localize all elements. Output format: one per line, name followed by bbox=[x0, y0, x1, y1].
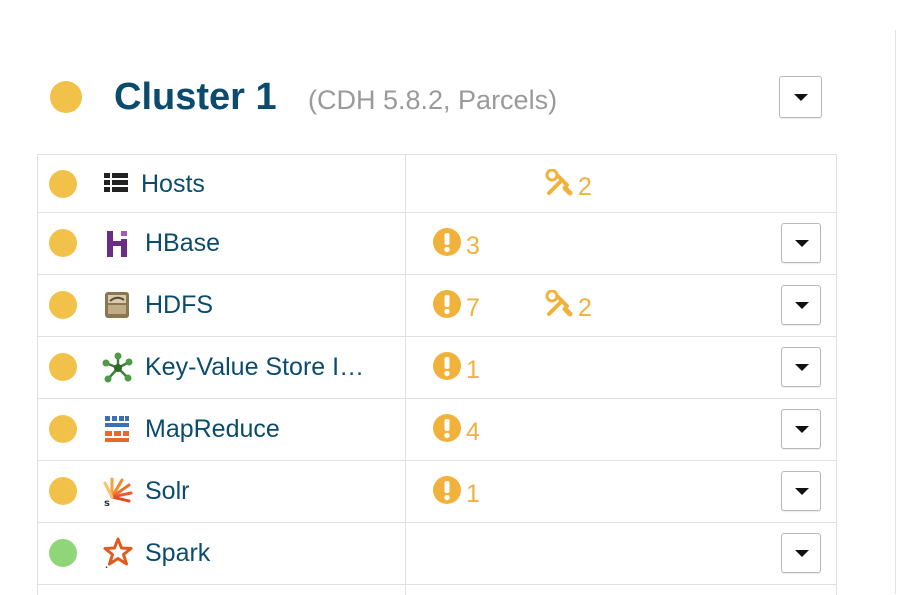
solr-actions-dropdown[interactable] bbox=[781, 471, 821, 511]
hdfs-icon bbox=[104, 291, 132, 319]
svg-text:.: . bbox=[105, 561, 108, 569]
caret-down-icon bbox=[794, 94, 808, 101]
exclamation-icon bbox=[433, 228, 461, 263]
mapreduce-icon bbox=[104, 415, 132, 443]
caret-down-icon bbox=[795, 302, 809, 309]
health-alerts-count: 4 bbox=[466, 417, 480, 446]
exclamation-icon bbox=[433, 352, 461, 387]
config-issues-count: 2 bbox=[578, 293, 592, 322]
status-warning-dot bbox=[49, 170, 77, 198]
config-issues-hdfs[interactable]: 2 bbox=[545, 289, 592, 325]
spark-icon: . bbox=[102, 537, 134, 569]
service-row-mapreduce: MapReduce 4 bbox=[38, 399, 836, 461]
caret-down-icon bbox=[795, 364, 809, 371]
status-warning-dot bbox=[49, 477, 77, 505]
hdfs-actions-dropdown[interactable] bbox=[781, 285, 821, 325]
caret-down-icon bbox=[795, 488, 809, 495]
health-alerts-hbase[interactable]: 3 bbox=[433, 228, 480, 263]
cluster-title[interactable]: Cluster 1 bbox=[114, 72, 277, 122]
status-good-dot bbox=[49, 539, 77, 567]
mapreduce-actions-dropdown[interactable] bbox=[781, 409, 821, 449]
health-alerts-mapreduce[interactable]: 4 bbox=[433, 414, 480, 449]
status-warning-dot bbox=[49, 353, 77, 381]
services-table: Hosts 2 HBase 3 HDFS 7 2 Key-Value Store… bbox=[37, 154, 837, 595]
cluster-version: (CDH 5.8.2, Parcels) bbox=[308, 85, 558, 115]
key-value-store-actions-dropdown[interactable] bbox=[781, 347, 821, 387]
status-warning-dot bbox=[49, 415, 77, 443]
hbase-actions-dropdown[interactable] bbox=[781, 223, 821, 263]
service-name-solr[interactable]: Solr bbox=[145, 476, 189, 506]
service-name-key-value-store[interactable]: Key-Value Store I… bbox=[145, 352, 364, 382]
health-alerts-count: 1 bbox=[466, 355, 480, 384]
wrench-icon bbox=[545, 289, 573, 325]
service-name-hdfs[interactable]: HDFS bbox=[145, 290, 213, 320]
config-issues-count: 2 bbox=[578, 172, 592, 201]
exclamation-icon bbox=[433, 476, 461, 511]
service-name-hbase[interactable]: HBase bbox=[145, 228, 220, 258]
config-issues-hosts[interactable]: 2 bbox=[545, 168, 592, 204]
health-alerts-count: 7 bbox=[466, 293, 480, 322]
solr-icon: s bbox=[102, 475, 134, 507]
health-alerts-count: 3 bbox=[466, 231, 480, 260]
service-row-hbase: HBase 3 bbox=[38, 213, 836, 275]
wrench-icon bbox=[545, 168, 573, 204]
cluster-status-dot bbox=[50, 81, 82, 113]
page-right-border bbox=[895, 30, 896, 594]
health-alerts-key-value-store[interactable]: 1 bbox=[433, 352, 480, 387]
service-name-hosts[interactable]: Hosts bbox=[141, 169, 205, 199]
caret-down-icon bbox=[795, 550, 809, 557]
service-name-spark[interactable]: Spark bbox=[145, 538, 210, 568]
service-row-key-value-store: Key-Value Store I… 1 bbox=[38, 337, 836, 399]
health-alerts-solr[interactable]: 1 bbox=[433, 476, 480, 511]
service-row-hosts: Hosts 2 bbox=[38, 155, 836, 213]
cluster-actions-dropdown[interactable] bbox=[779, 76, 822, 118]
hbase-icon bbox=[104, 229, 132, 257]
exclamation-icon bbox=[433, 414, 461, 449]
service-row-spark: . Spark bbox=[38, 523, 836, 585]
caret-down-icon bbox=[795, 426, 809, 433]
hosts-list-icon bbox=[104, 171, 132, 199]
service-row-solr: s Solr 1 bbox=[38, 461, 836, 523]
svg-text:s: s bbox=[104, 498, 110, 507]
exclamation-icon bbox=[433, 290, 461, 325]
spark-actions-dropdown[interactable] bbox=[781, 533, 821, 573]
health-alerts-hdfs[interactable]: 7 bbox=[433, 290, 480, 325]
key-value-store-icon bbox=[102, 352, 134, 384]
status-warning-dot bbox=[49, 229, 77, 257]
service-row-hdfs: HDFS 7 2 bbox=[38, 275, 836, 337]
service-name-mapreduce[interactable]: MapReduce bbox=[145, 414, 280, 444]
caret-down-icon bbox=[795, 240, 809, 247]
status-warning-dot bbox=[49, 291, 77, 319]
health-alerts-count: 1 bbox=[466, 479, 480, 508]
